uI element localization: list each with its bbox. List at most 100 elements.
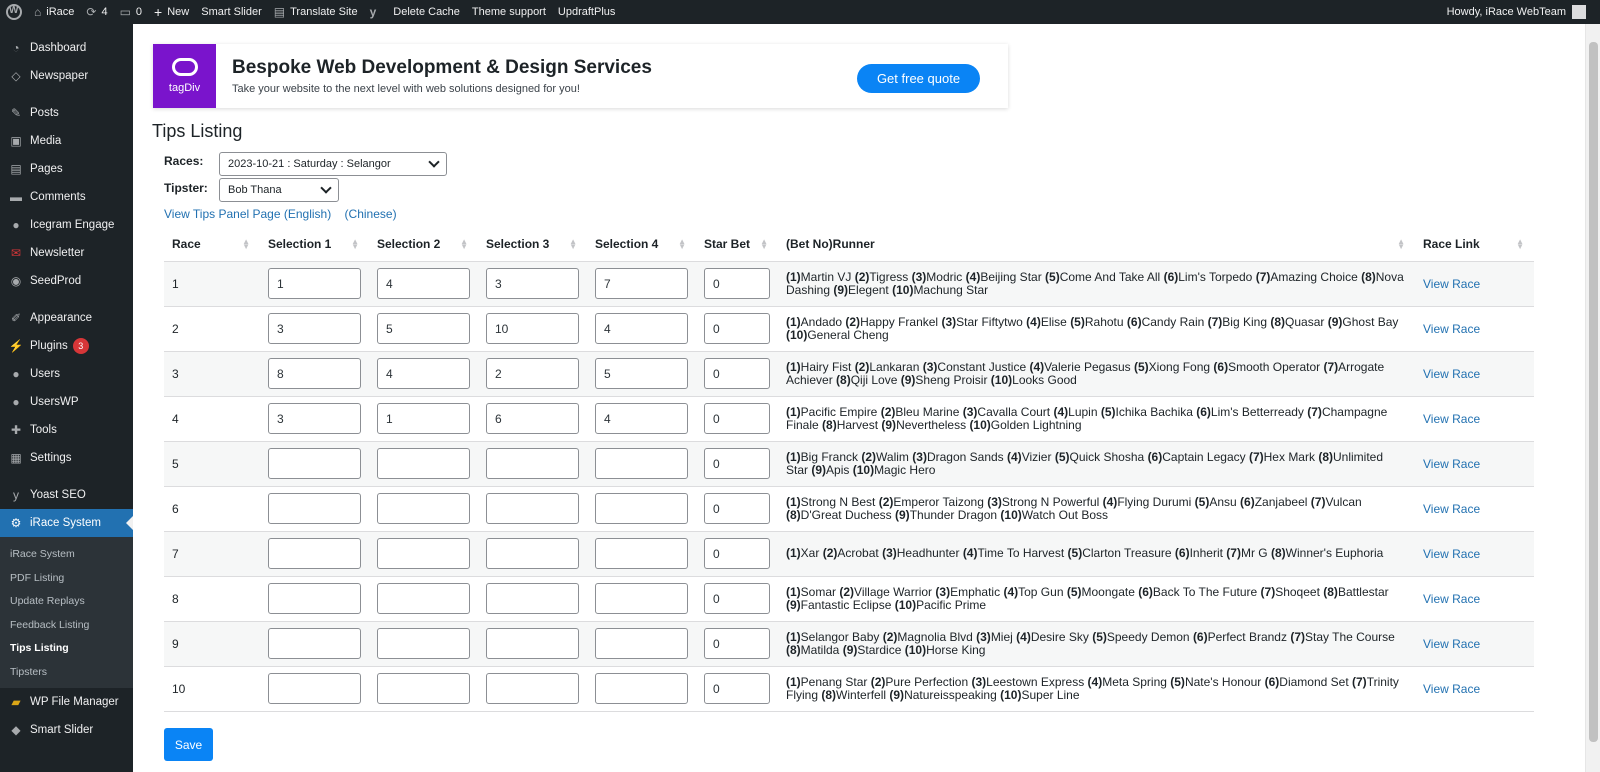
selection-1-input[interactable]: 8 [268, 358, 361, 389]
selection-4-input[interactable]: 4 [595, 313, 688, 344]
sidebar-item-userswp[interactable]: ● UsersWP [0, 388, 133, 416]
selection-2-input[interactable] [377, 493, 470, 524]
sidebar-item-yoast-seo[interactable]: y Yoast SEO [0, 481, 133, 509]
view-tips-panel-chinese-link[interactable]: (Chinese) [345, 207, 397, 221]
selection-2-input[interactable] [377, 538, 470, 569]
selection-3-input[interactable]: 3 [486, 268, 579, 299]
sidebar-item-irace-system[interactable]: ⚙ iRace System [0, 509, 133, 537]
star-bet-input[interactable]: 0 [704, 628, 770, 659]
sidebar-item-dashboard[interactable]: ◔ Dashboard [0, 34, 133, 62]
sidebar-item-tools[interactable]: ✚ Tools [0, 416, 133, 444]
column-header-race[interactable]: Race ▲ ▼ [164, 228, 260, 262]
star-bet-input[interactable]: 0 [704, 493, 770, 524]
view-race-link[interactable]: View Race [1423, 412, 1480, 426]
selection-4-input[interactable]: 7 [595, 268, 688, 299]
selection-3-input[interactable]: 6 [486, 403, 579, 434]
selection-1-input[interactable]: 1 [268, 268, 361, 299]
view-race-link[interactable]: View Race [1423, 277, 1480, 291]
smart-slider-menu[interactable]: Smart Slider [195, 0, 268, 24]
selection-2-input[interactable]: 1 [377, 403, 470, 434]
column-header-star-bet[interactable]: Star Bet ▲ ▼ [696, 228, 778, 262]
view-race-link[interactable]: View Race [1423, 502, 1480, 516]
selection-1-input[interactable] [268, 583, 361, 614]
column-header-runner[interactable]: (Bet No)Runner ▲ ▼ [778, 228, 1415, 262]
view-tips-panel-english-link[interactable]: View Tips Panel Page (English) [164, 207, 331, 221]
site-name-menu[interactable]: ⌂ iRace [28, 0, 80, 24]
view-race-link[interactable]: View Race [1423, 592, 1480, 606]
submenu-update-replays[interactable]: Update Replays [0, 590, 133, 614]
sidebar-item-users[interactable]: ● Users [0, 360, 133, 388]
selection-2-input[interactable]: 5 [377, 313, 470, 344]
selection-3-input[interactable]: 2 [486, 358, 579, 389]
sidebar-item-appearance[interactable]: ✐ Appearance [0, 304, 133, 332]
sidebar-item-comments[interactable]: ▬ Comments [0, 183, 133, 211]
selection-4-input[interactable]: 5 [595, 358, 688, 389]
sidebar-item-settings[interactable]: ▦ Settings [0, 444, 133, 472]
sidebar-item-smart-slider[interactable]: ◆ Smart Slider [0, 716, 133, 744]
selection-1-input[interactable] [268, 538, 361, 569]
view-race-link[interactable]: View Race [1423, 637, 1480, 651]
tipster-select[interactable]: Bob Thana [219, 178, 339, 202]
updates-menu[interactable]: ⟳ 4 [80, 0, 113, 24]
star-bet-input[interactable]: 0 [704, 403, 770, 434]
save-button[interactable]: Save [164, 728, 213, 761]
column-header-selection-4[interactable]: Selection 4 ▲ ▼ [587, 228, 696, 262]
submenu-pdf-listing[interactable]: PDF Listing [0, 567, 133, 591]
selection-2-input[interactable]: 4 [377, 268, 470, 299]
sidebar-item-newsletter[interactable]: ✉ Newsletter [0, 239, 133, 267]
submenu-tips-listing[interactable]: Tips Listing [0, 637, 133, 661]
submenu-feedback-listing[interactable]: Feedback Listing [0, 614, 133, 638]
page-scrollbar[interactable] [1585, 24, 1600, 772]
new-content-menu[interactable]: + New [148, 0, 195, 24]
view-race-link[interactable]: View Race [1423, 682, 1480, 696]
selection-4-input[interactable] [595, 448, 688, 479]
translate-site-menu[interactable]: ▤ Translate Site [268, 0, 364, 24]
selection-2-input[interactable] [377, 448, 470, 479]
star-bet-input[interactable]: 0 [704, 673, 770, 704]
selection-3-input[interactable] [486, 538, 579, 569]
selection-3-input[interactable] [486, 583, 579, 614]
sidebar-item-newspaper[interactable]: ◇ Newspaper [0, 62, 133, 90]
comments-menu[interactable]: ▭ 0 [114, 0, 148, 24]
sidebar-item-media[interactable]: ▣ Media [0, 127, 133, 155]
submenu-irace-system[interactable]: iRace System [0, 543, 133, 567]
wordpress-logo-menu[interactable] [0, 0, 28, 24]
view-race-link[interactable]: View Race [1423, 457, 1480, 471]
selection-1-input[interactable] [268, 628, 361, 659]
scrollbar-thumb[interactable] [1589, 42, 1598, 742]
sidebar-item-pages[interactable]: ▤ Pages [0, 155, 133, 183]
column-header-race-link[interactable]: Race Link ▲ ▼ [1415, 228, 1534, 262]
selection-3-input[interactable] [486, 673, 579, 704]
sidebar-item-posts[interactable]: ✎ Posts [0, 99, 133, 127]
sidebar-item-wp-file-manager[interactable]: ▰ WP File Manager [0, 688, 133, 716]
user-account-menu[interactable]: Howdy, iRace WebTeam [1441, 0, 1600, 24]
selection-2-input[interactable] [377, 583, 470, 614]
selection-3-input[interactable] [486, 628, 579, 659]
selection-1-input[interactable]: 3 [268, 403, 361, 434]
selection-1-input[interactable] [268, 448, 361, 479]
selection-1-input[interactable] [268, 493, 361, 524]
column-header-selection-2[interactable]: Selection 2 ▲ ▼ [369, 228, 478, 262]
yoast-menu[interactable]: y [364, 0, 388, 24]
updraftplus-menu[interactable]: UpdraftPlus [552, 0, 621, 24]
star-bet-input[interactable]: 0 [704, 358, 770, 389]
theme-support-menu[interactable]: Theme support [466, 0, 552, 24]
selection-4-input[interactable] [595, 583, 688, 614]
selection-4-input[interactable] [595, 538, 688, 569]
selection-1-input[interactable] [268, 673, 361, 704]
selection-2-input[interactable] [377, 673, 470, 704]
submenu-tipsters[interactable]: Tipsters [0, 661, 133, 685]
selection-4-input[interactable] [595, 628, 688, 659]
view-race-link[interactable]: View Race [1423, 322, 1480, 336]
star-bet-input[interactable]: 0 [704, 583, 770, 614]
star-bet-input[interactable]: 0 [704, 538, 770, 569]
view-race-link[interactable]: View Race [1423, 547, 1480, 561]
selection-4-input[interactable]: 4 [595, 403, 688, 434]
selection-4-input[interactable] [595, 673, 688, 704]
star-bet-input[interactable]: 0 [704, 448, 770, 479]
column-header-selection-3[interactable]: Selection 3 ▲ ▼ [478, 228, 587, 262]
races-select[interactable]: 2023-10-21 : Saturday : Selangor [219, 152, 447, 176]
selection-3-input[interactable] [486, 493, 579, 524]
get-free-quote-button[interactable]: Get free quote [857, 64, 980, 93]
selection-1-input[interactable]: 3 [268, 313, 361, 344]
